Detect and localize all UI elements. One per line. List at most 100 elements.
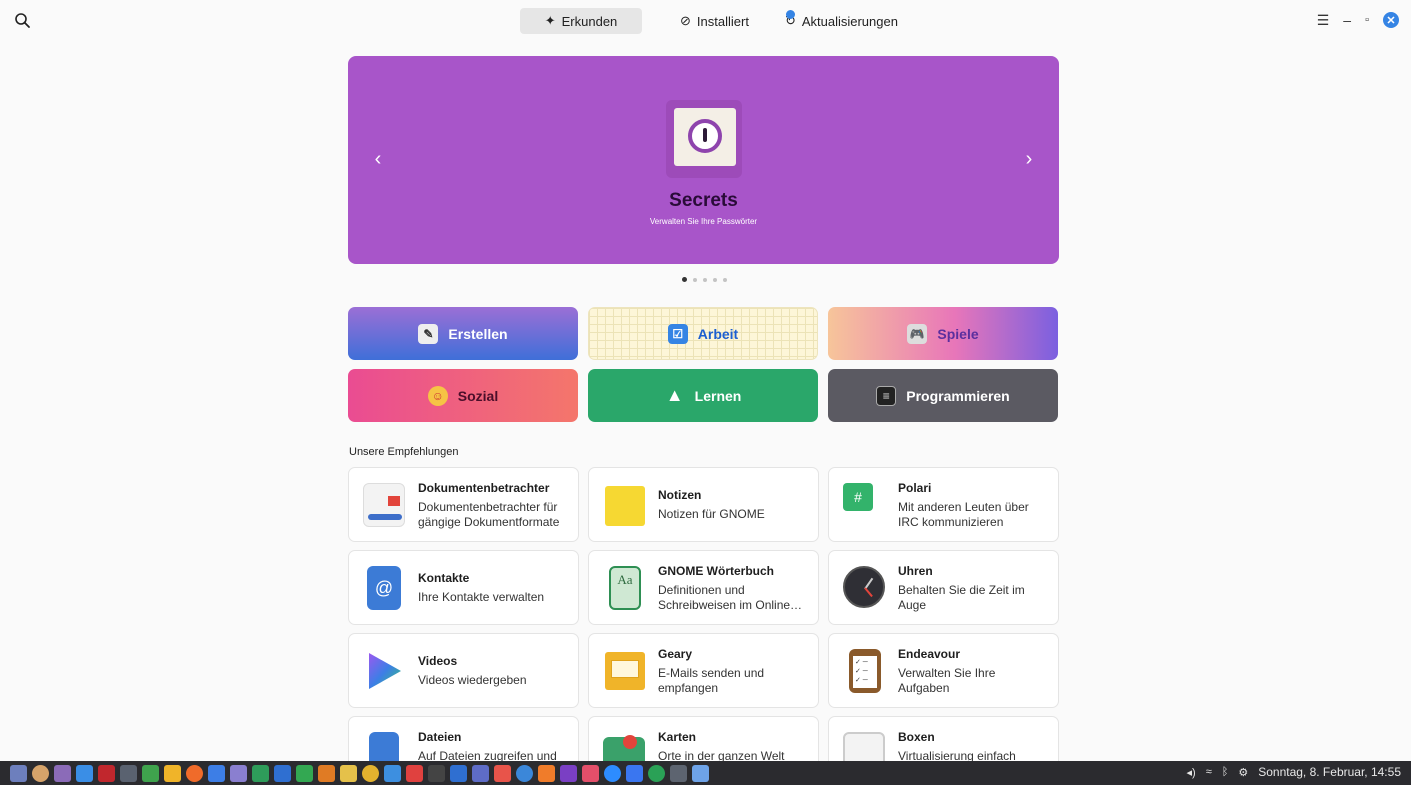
dictionary-icon: Aa xyxy=(609,566,641,610)
chat-bubble-icon: # xyxy=(843,483,885,527)
category-social[interactable]: ☺ Sozial xyxy=(348,369,578,422)
sync-icon[interactable] xyxy=(450,765,467,782)
checkmark-icon[interactable] xyxy=(384,765,401,782)
carousel-indicator xyxy=(682,277,727,282)
carousel-dot[interactable] xyxy=(723,277,727,282)
vault-shape xyxy=(674,108,736,166)
play-icon xyxy=(363,649,405,693)
category-create[interactable]: ✎ Erstellen xyxy=(348,307,578,360)
terminal-icon[interactable] xyxy=(120,765,137,782)
header-controls: ☰ – ▫ ✕ xyxy=(1317,10,1399,30)
mail-icon[interactable] xyxy=(208,765,225,782)
carousel-dot[interactable] xyxy=(703,277,707,282)
app-card-notes[interactable]: Notizen Notizen für GNOME xyxy=(588,467,819,542)
carousel-dot[interactable] xyxy=(693,277,697,282)
camera-icon[interactable] xyxy=(76,765,93,782)
spreadsheet-icon[interactable] xyxy=(296,765,313,782)
app-name: Notizen xyxy=(658,488,702,502)
category-social-label: Sozial xyxy=(457,387,499,404)
carousel-prev-button[interactable]: ‹ xyxy=(366,148,390,172)
restore-icon[interactable]: ▫ xyxy=(1365,10,1369,30)
search-button[interactable] xyxy=(12,10,34,32)
tab-installed-label: Installiert xyxy=(696,13,749,29)
app-card-geary[interactable]: Geary E-Mails senden und empfangen xyxy=(588,633,819,708)
chevron-left-icon: ‹ xyxy=(374,148,382,170)
category-learn[interactable]: ▲ Lernen xyxy=(588,369,818,422)
app-card-endeavour[interactable]: ✓ ─ ✓ ─ ✓ ─ Endeavour Verwalten Sie Ihre A… xyxy=(828,633,1059,708)
hand-icon[interactable] xyxy=(32,765,49,782)
hamburger-menu-icon[interactable]: ☰ xyxy=(1317,10,1330,30)
filezilla-icon[interactable] xyxy=(98,765,115,782)
app-description: Notizen für GNOME xyxy=(658,507,765,521)
search-icon xyxy=(15,13,30,28)
database-icon[interactable] xyxy=(54,765,71,782)
writer-icon[interactable] xyxy=(274,765,291,782)
smiley-icon: ☺ xyxy=(427,385,448,406)
tab-installed[interactable]: ⊘ Installiert xyxy=(668,8,761,34)
app-card-videos[interactable]: Videos Videos wiedergeben xyxy=(348,633,579,708)
bluetooth-icon[interactable]: ᛒ xyxy=(1222,766,1229,778)
drawing-icon[interactable] xyxy=(340,765,357,782)
carousel-dot[interactable] xyxy=(713,277,717,282)
notes-icon[interactable] xyxy=(230,765,247,782)
firefox-icon[interactable] xyxy=(186,765,203,782)
tab-updates[interactable]: ↻ Aktualisierungen xyxy=(773,8,910,34)
key-icon[interactable] xyxy=(142,765,159,782)
puzzle-icon[interactable] xyxy=(582,765,599,782)
chevrons-icon[interactable] xyxy=(428,765,445,782)
update-notifier-icon[interactable]: ⚙ xyxy=(1238,766,1248,779)
category-learn-label: Lernen xyxy=(694,387,742,404)
envelope-icon xyxy=(605,652,645,690)
featured-carousel[interactable]: ‹ Secrets Verwalten Sie Ihre Passwörter … xyxy=(348,56,1059,264)
carousel-dot[interactable] xyxy=(682,277,687,282)
address-book-icon: @ xyxy=(367,566,401,610)
app-name: Kontakte xyxy=(418,571,470,585)
music-icon[interactable] xyxy=(472,765,489,782)
folder-icon[interactable] xyxy=(164,765,181,782)
downloader-icon[interactable] xyxy=(538,765,555,782)
zoom-icon[interactable] xyxy=(604,765,621,782)
minimize-icon[interactable]: – xyxy=(1343,10,1351,30)
category-work[interactable]: ☑ Arbeit xyxy=(588,307,818,360)
close-icon[interactable]: ✕ xyxy=(1383,12,1399,28)
app-name: Karten xyxy=(658,730,697,744)
browser-icon[interactable] xyxy=(692,765,709,782)
edge-icon[interactable] xyxy=(648,765,665,782)
secrets-app-icon xyxy=(666,100,742,178)
clock-label[interactable]: Sonntag, 8. Februar, 14:55 xyxy=(1258,765,1401,779)
category-programming-label: Programmieren xyxy=(906,387,1010,404)
taskbar: ◂) ≈ ᛒ ⚙ Sonntag, 8. Februar, 14:55 xyxy=(0,761,1411,785)
app-card-contacts[interactable]: @ Kontakte Ihre Kontakte verwalten xyxy=(348,550,579,625)
category-programming[interactable]: ≡ Programmieren xyxy=(828,369,1058,422)
play-app-icon[interactable] xyxy=(516,765,533,782)
wifi-icon[interactable]: ≈ xyxy=(1206,766,1212,778)
app-description: Videos wiedergeben xyxy=(418,673,527,687)
featured-title: Secrets xyxy=(669,190,738,211)
tab-explore[interactable]: ✦ Erkunden xyxy=(520,8,642,34)
tab-updates-label: Aktualisierungen xyxy=(801,13,898,29)
category-games-label: Spiele xyxy=(937,325,979,342)
app-name: Geary xyxy=(658,647,693,661)
app-card-document-viewer[interactable]: Dokumentenbetrachter Dokumentenbetrachte… xyxy=(348,467,579,542)
view-switcher: ✦ Erkunden ⊘ Installiert ↻ Aktualisierun… xyxy=(520,8,910,34)
book-icon[interactable] xyxy=(252,765,269,782)
chrome-icon[interactable] xyxy=(362,765,379,782)
category-work-label: Arbeit xyxy=(697,325,739,342)
category-games[interactable]: 🎮 Spiele xyxy=(828,307,1058,360)
volume-icon[interactable]: ◂) xyxy=(1187,766,1196,779)
app-launcher-icon[interactable] xyxy=(10,765,27,782)
refresh-app-icon[interactable] xyxy=(494,765,511,782)
app-card-polari[interactable]: # Polari Mit anderen Leuten über IRC kom… xyxy=(828,467,1059,542)
app-description: E-Mails senden und empfangen xyxy=(658,666,765,695)
app-card-clocks[interactable]: Uhren Behalten Sie die Zeit im Auge xyxy=(828,550,1059,625)
checklist-icon: ☑ xyxy=(667,323,688,344)
carousel-next-button[interactable]: › xyxy=(1017,148,1041,172)
calculator-icon[interactable] xyxy=(670,765,687,782)
app-card-dictionary[interactable]: Aa GNOME Wörterbuch Definitionen und Sch… xyxy=(588,550,819,625)
paper-plane-icon: ▲ xyxy=(665,385,684,405)
timer-icon[interactable] xyxy=(560,765,577,782)
presentation-icon[interactable] xyxy=(318,765,335,782)
screenshot-icon[interactable] xyxy=(406,765,423,782)
signal-icon[interactable] xyxy=(626,765,643,782)
system-tray: ◂) ≈ ᛒ ⚙ Sonntag, 8. Februar, 14:55 xyxy=(1187,765,1402,779)
